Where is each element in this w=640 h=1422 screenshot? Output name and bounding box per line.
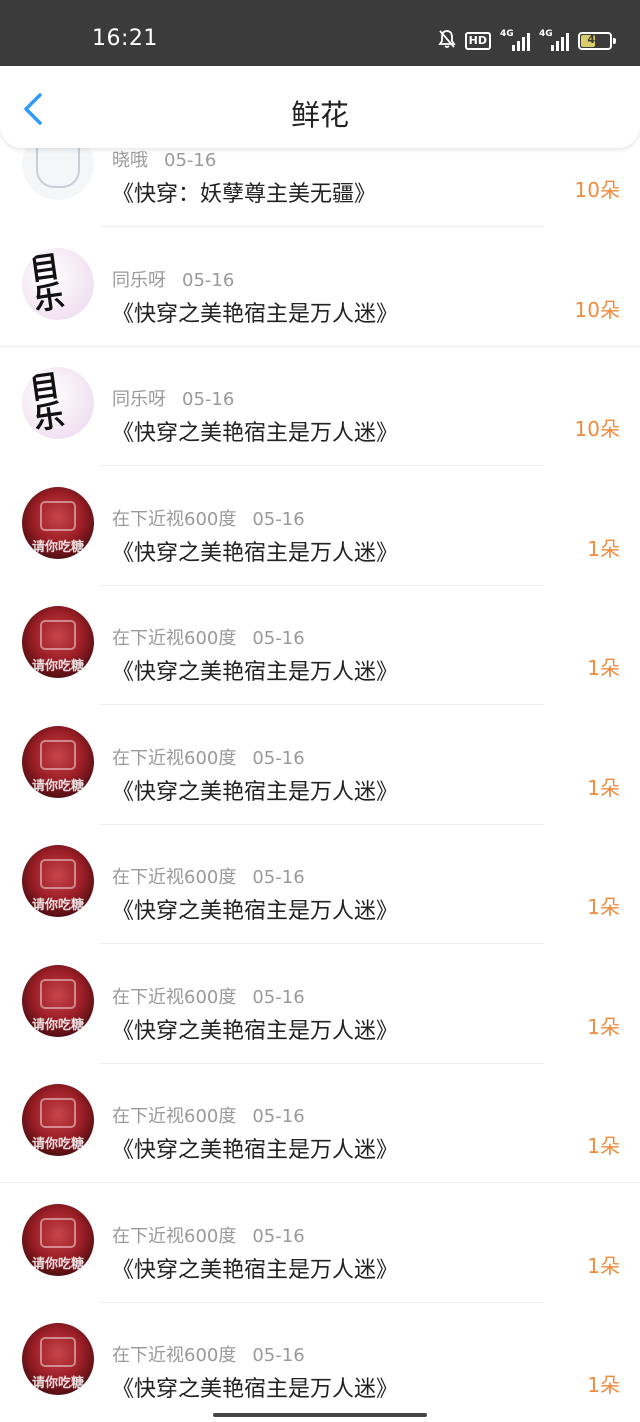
list-item[interactable]: 请你吃糖 在下近视600度 05-16 《快穿之美艳宿主是万人迷》 1朵 xyxy=(0,1184,640,1303)
avatar[interactable]: 请你吃糖 xyxy=(22,1204,94,1276)
user-name[interactable]: 在下近视600度 xyxy=(112,628,236,649)
list-item[interactable]: 目乐 同乐呀 05-16 《快穿之美艳宿主是万人迷》 10朵 xyxy=(0,228,640,347)
avatar[interactable]: 目乐 xyxy=(22,248,94,320)
book-title[interactable]: 《快穿：妖孽尊主美无疆》 xyxy=(112,176,376,208)
item-meta: 同乐呀 05-16 xyxy=(112,266,234,292)
flower-count: 10朵 xyxy=(574,417,620,441)
home-indicator[interactable] xyxy=(213,1413,427,1417)
book-title[interactable]: 《快穿之美艳宿主是万人迷》 xyxy=(112,415,398,447)
user-name[interactable]: 同乐呀 xyxy=(112,270,166,291)
flower-count: 1朵 xyxy=(587,537,620,561)
item-date: 05-16 xyxy=(182,270,235,291)
item-meta: 同乐呀 05-16 xyxy=(112,385,234,411)
item-date: 05-16 xyxy=(252,1106,305,1127)
item-meta: 在下近视600度 05-16 xyxy=(112,1222,305,1248)
user-name[interactable]: 在下近视600度 xyxy=(112,987,236,1008)
status-time: 16:21 xyxy=(92,26,158,51)
battery-icon: 49 xyxy=(578,32,616,50)
avatar[interactable]: 请你吃糖 xyxy=(22,1323,94,1395)
user-name[interactable]: 在下近视600度 xyxy=(112,748,236,769)
signal-4g-icon: 4G xyxy=(500,29,530,51)
list-item[interactable]: 目乐 同乐呀 05-16 《快穿之美艳宿主是万人迷》 10朵 xyxy=(0,347,640,466)
item-date: 05-16 xyxy=(182,389,235,410)
signal-4g-icon-2: 4G xyxy=(539,29,569,51)
flower-count: 1朵 xyxy=(587,656,620,680)
item-meta: 在下近视600度 05-16 xyxy=(112,505,305,531)
user-name[interactable]: 在下近视600度 xyxy=(112,509,236,530)
hd-icon: HD xyxy=(464,32,491,50)
list-item[interactable]: 请你吃糖 在下近视600度 05-16 《快穿之美艳宿主是万人迷》 1朵 xyxy=(0,945,640,1064)
item-meta: 晓哦 05-16 xyxy=(112,146,216,172)
flower-count: 10朵 xyxy=(574,178,620,202)
book-title[interactable]: 《快穿之美艳宿主是万人迷》 xyxy=(112,535,398,567)
item-date: 05-16 xyxy=(252,628,305,649)
item-meta: 在下近视600度 05-16 xyxy=(112,624,305,650)
avatar[interactable]: 请你吃糖 xyxy=(22,1084,94,1156)
avatar[interactable]: 请你吃糖 xyxy=(22,487,94,559)
avatar[interactable]: 目乐 xyxy=(22,367,94,439)
user-name[interactable]: 在下近视600度 xyxy=(112,1106,236,1127)
item-meta: 在下近视600度 05-16 xyxy=(112,983,305,1009)
list-item[interactable]: 请你吃糖 在下近视600度 05-16 《快穿之美艳宿主是万人迷》 1朵 xyxy=(0,1303,640,1422)
book-title[interactable]: 《快穿之美艳宿主是万人迷》 xyxy=(112,1371,398,1403)
status-icons: HD 4G 4G 49 xyxy=(437,29,616,53)
list-item[interactable]: 请你吃糖 在下近视600度 05-16 《快穿之美艳宿主是万人迷》 1朵 xyxy=(0,467,640,586)
book-title[interactable]: 《快穿之美艳宿主是万人迷》 xyxy=(112,654,398,686)
item-date: 05-16 xyxy=(252,867,305,888)
item-date: 05-16 xyxy=(252,1226,305,1247)
book-title[interactable]: 《快穿之美艳宿主是万人迷》 xyxy=(112,893,398,925)
bell-muted-icon xyxy=(437,29,456,53)
list-item[interactable]: 请你吃糖 在下近视600度 05-16 《快穿之美艳宿主是万人迷》 1朵 xyxy=(0,706,640,825)
book-title[interactable]: 《快穿之美艳宿主是万人迷》 xyxy=(112,1132,398,1164)
user-name[interactable]: 同乐呀 xyxy=(112,389,166,410)
item-date: 05-16 xyxy=(252,748,305,769)
avatar[interactable]: 请你吃糖 xyxy=(22,845,94,917)
flower-count: 10朵 xyxy=(574,298,620,322)
flower-count: 1朵 xyxy=(587,1254,620,1278)
flower-count: 1朵 xyxy=(587,776,620,800)
list-item[interactable]: 请你吃糖 在下近视600度 05-16 《快穿之美艳宿主是万人迷》 1朵 xyxy=(0,825,640,944)
flower-count: 1朵 xyxy=(587,1373,620,1397)
user-name[interactable]: 在下近视600度 xyxy=(112,1345,236,1366)
book-title[interactable]: 《快穿之美艳宿主是万人迷》 xyxy=(112,296,398,328)
book-title[interactable]: 《快穿之美艳宿主是万人迷》 xyxy=(112,774,398,806)
item-meta: 在下近视600度 05-16 xyxy=(112,744,305,770)
avatar[interactable]: 请你吃糖 xyxy=(22,965,94,1037)
avatar[interactable]: 请你吃糖 xyxy=(22,726,94,798)
avatar[interactable]: 请你吃糖 xyxy=(22,606,94,678)
user-name[interactable]: 在下近视600度 xyxy=(112,1226,236,1247)
flower-count: 1朵 xyxy=(587,895,620,919)
item-date: 05-16 xyxy=(252,987,305,1008)
item-meta: 在下近视600度 05-16 xyxy=(112,1102,305,1128)
user-name[interactable]: 晓哦 xyxy=(112,150,148,171)
item-date: 05-16 xyxy=(252,509,305,530)
item-meta: 在下近视600度 05-16 xyxy=(112,1341,305,1367)
header-bar: 鲜花 xyxy=(0,66,640,148)
status-bar: 16:21 HD 4G 4G 49 xyxy=(0,0,640,66)
flower-count: 1朵 xyxy=(587,1015,620,1039)
page-title: 鲜花 xyxy=(290,98,349,132)
flower-count: 1朵 xyxy=(587,1134,620,1158)
item-meta: 在下近视600度 05-16 xyxy=(112,863,305,889)
book-title[interactable]: 《快穿之美艳宿主是万人迷》 xyxy=(112,1013,398,1045)
item-date: 05-16 xyxy=(164,150,217,171)
list-item[interactable]: 请你吃糖 在下近视600度 05-16 《快穿之美艳宿主是万人迷》 1朵 xyxy=(0,586,640,705)
book-title[interactable]: 《快穿之美艳宿主是万人迷》 xyxy=(112,1252,398,1284)
item-date: 05-16 xyxy=(252,1345,305,1366)
list-item[interactable]: 请你吃糖 在下近视600度 05-16 《快穿之美艳宿主是万人迷》 1朵 xyxy=(0,1064,640,1183)
user-name[interactable]: 在下近视600度 xyxy=(112,867,236,888)
